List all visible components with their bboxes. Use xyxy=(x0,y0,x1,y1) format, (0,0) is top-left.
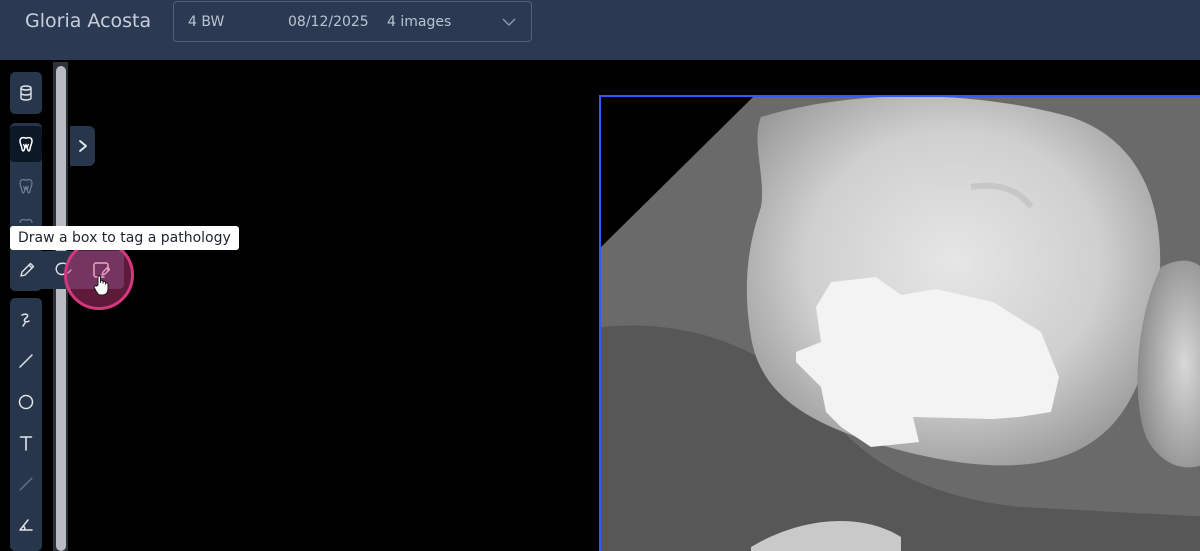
study-date: 08/12/2025 xyxy=(288,14,369,30)
database-tool-button[interactable] xyxy=(10,75,42,111)
pencil-icon xyxy=(20,262,35,277)
study-image-count: 4 images xyxy=(387,14,452,30)
hand-cursor-icon xyxy=(93,275,109,296)
circle-icon xyxy=(18,394,34,410)
angle-icon xyxy=(19,519,33,531)
tooltip: Draw a box to tag a pathology xyxy=(10,226,239,250)
line-icon xyxy=(19,354,33,368)
tooth-outline-tool-button[interactable] xyxy=(10,168,42,204)
text-icon xyxy=(19,436,33,451)
ruler-tool-button[interactable] xyxy=(10,466,42,502)
study-type: 4 BW xyxy=(188,14,225,30)
scrollbar-thumb[interactable] xyxy=(56,66,66,551)
tooth-tool-button[interactable] xyxy=(10,126,42,162)
pencil-tool-button[interactable] xyxy=(10,253,44,287)
chevron-down-icon xyxy=(502,18,516,26)
ruler-icon xyxy=(19,477,33,491)
database-icon xyxy=(20,85,32,101)
freehand-tool-button[interactable] xyxy=(10,302,42,338)
text-tool-button[interactable] xyxy=(10,425,42,461)
study-select[interactable]: 4 BW 08/12/2025 4 images xyxy=(173,1,532,42)
expand-panel-button[interactable] xyxy=(70,126,95,166)
circle-tool-button[interactable] xyxy=(10,384,42,420)
freehand-icon xyxy=(21,313,30,327)
chevron-right-icon xyxy=(78,140,87,152)
tooth-outline-icon xyxy=(19,179,33,194)
angle-tool-button[interactable] xyxy=(10,506,42,542)
tooth-icon xyxy=(19,136,33,152)
top-bar: Gloria Acosta 4 BW 08/12/2025 4 images xyxy=(0,0,1200,60)
patient-name: Gloria Acosta xyxy=(25,10,152,32)
xray-viewport[interactable] xyxy=(599,95,1200,551)
line-tool-button[interactable] xyxy=(10,343,42,379)
dental-xray-image xyxy=(601,97,1200,551)
